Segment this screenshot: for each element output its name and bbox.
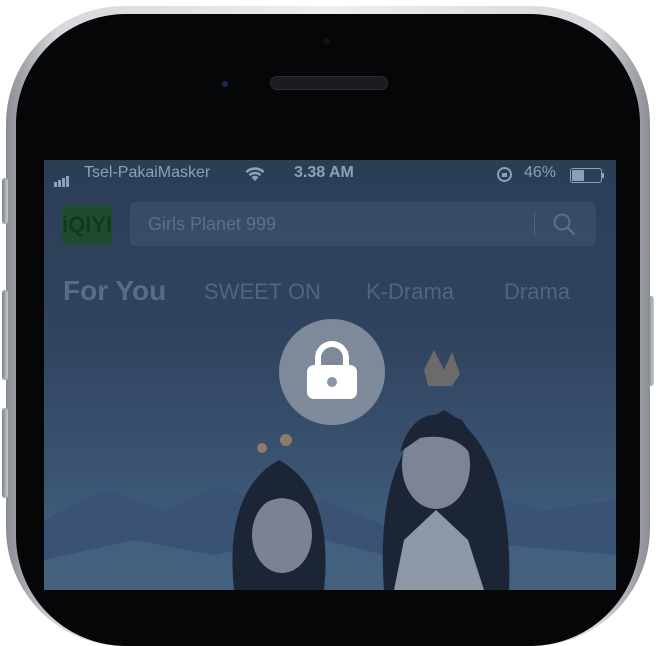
battery-percent: 46% (524, 164, 557, 181)
search-icon[interactable] (552, 212, 576, 236)
status-bar: Tsel-PakaiMasker 3.38 AM 46% (44, 160, 616, 188)
tab-for-you[interactable]: For You (63, 275, 166, 307)
signal-icon (54, 169, 70, 187)
tab-sweet-on[interactable]: SWEET ON (204, 279, 321, 305)
carrier-name: Tsel-PakaiMasker (84, 164, 211, 181)
category-tabs: For You SWEET ON K-Drama Drama (44, 275, 616, 311)
mute-switch (2, 178, 8, 224)
tab-k-drama[interactable]: K-Drama (366, 279, 454, 305)
lock-icon (307, 341, 357, 399)
clock-time: 3.38 AM (294, 164, 354, 181)
app-logo[interactable]: iQIYI (62, 205, 112, 245)
wifi-icon (245, 167, 265, 181)
front-camera (222, 81, 228, 87)
front-sensor (323, 38, 330, 45)
volume-up-button (2, 290, 8, 380)
power-button (648, 296, 654, 386)
search-bar[interactable]: Girls Planet 999 (130, 202, 596, 246)
earpiece-speaker (270, 76, 388, 90)
search-placeholder: Girls Planet 999 (148, 214, 277, 234)
lock-overlay (279, 319, 385, 425)
orientation-lock-icon (497, 167, 512, 182)
poster-female-character (232, 434, 326, 590)
volume-down-button (2, 408, 8, 498)
tab-drama[interactable]: Drama (504, 279, 570, 305)
search-divider (534, 212, 535, 236)
battery-icon (570, 168, 602, 183)
battery-cap (602, 173, 604, 178)
